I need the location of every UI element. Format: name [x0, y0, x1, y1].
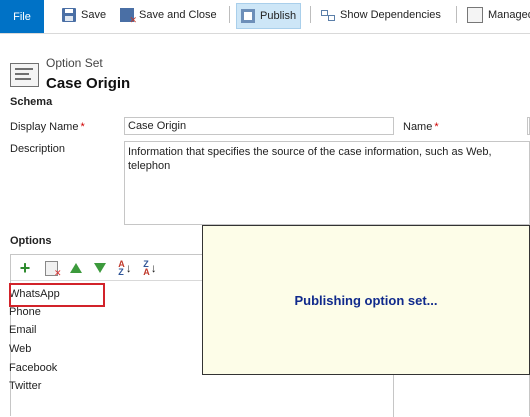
arrow-up-icon[interactable]: [68, 260, 84, 276]
option-item-facebook[interactable]: Facebook: [9, 362, 57, 374]
publishing-message: Publishing option set...: [294, 292, 438, 308]
file-tab[interactable]: File: [0, 0, 44, 33]
entity-type-label: Option Set: [46, 56, 103, 70]
name-label: Name *: [403, 121, 439, 133]
save-button-label: Save: [81, 9, 107, 21]
required-marker: *: [434, 121, 439, 133]
required-marker: *: [80, 121, 85, 133]
managed-properties-button[interactable]: Managed: [463, 3, 530, 27]
dependencies-icon: [321, 8, 335, 22]
show-dependencies-label: Show Dependencies: [340, 9, 441, 21]
command-bar: File Save Save and Close Publish Show De…: [0, 0, 530, 34]
description-label: Description: [10, 143, 66, 155]
save-icon: [62, 8, 76, 22]
ribbon-separator: [310, 6, 311, 23]
page-title: Case Origin: [46, 75, 131, 92]
arrow-down-icon[interactable]: [92, 260, 108, 276]
save-button[interactable]: Save: [58, 3, 110, 27]
publish-icon: [241, 9, 255, 23]
display-name-label: Display Name *: [10, 121, 85, 133]
save-and-close-button[interactable]: Save and Close: [116, 3, 221, 27]
option-set-icon: [10, 63, 39, 87]
display-name-field[interactable]: Case Origin: [124, 117, 394, 135]
publishing-overlay: Publishing option set...: [202, 225, 530, 375]
ribbon-separator: [456, 6, 457, 23]
delete-icon[interactable]: [43, 260, 62, 279]
save-and-close-label: Save and Close: [139, 9, 217, 21]
option-item-email[interactable]: Email: [9, 324, 37, 336]
publish-button[interactable]: Publish: [236, 3, 302, 29]
plus-icon[interactable]: +: [17, 259, 33, 277]
managed-properties-icon: [467, 7, 483, 23]
schema-section-label: Schema: [10, 96, 53, 108]
description-field[interactable]: Information that specifies the source of…: [124, 141, 530, 225]
option-item-web[interactable]: Web: [9, 343, 31, 355]
save-and-close-icon: [120, 8, 137, 26]
option-item-twitter[interactable]: Twitter: [9, 380, 41, 392]
option-item-phone[interactable]: Phone: [9, 306, 41, 318]
managed-label: Managed: [488, 9, 530, 21]
options-section-label: Options: [10, 235, 52, 247]
show-dependencies-button[interactable]: Show Dependencies: [317, 3, 445, 27]
sort-descending-icon[interactable]: Z A ↓: [142, 260, 158, 277]
publish-label: Publish: [260, 10, 297, 22]
sort-ascending-icon[interactable]: A Z ↓: [117, 260, 133, 277]
ribbon-separator: [229, 6, 230, 23]
highlight-box: [9, 283, 105, 307]
